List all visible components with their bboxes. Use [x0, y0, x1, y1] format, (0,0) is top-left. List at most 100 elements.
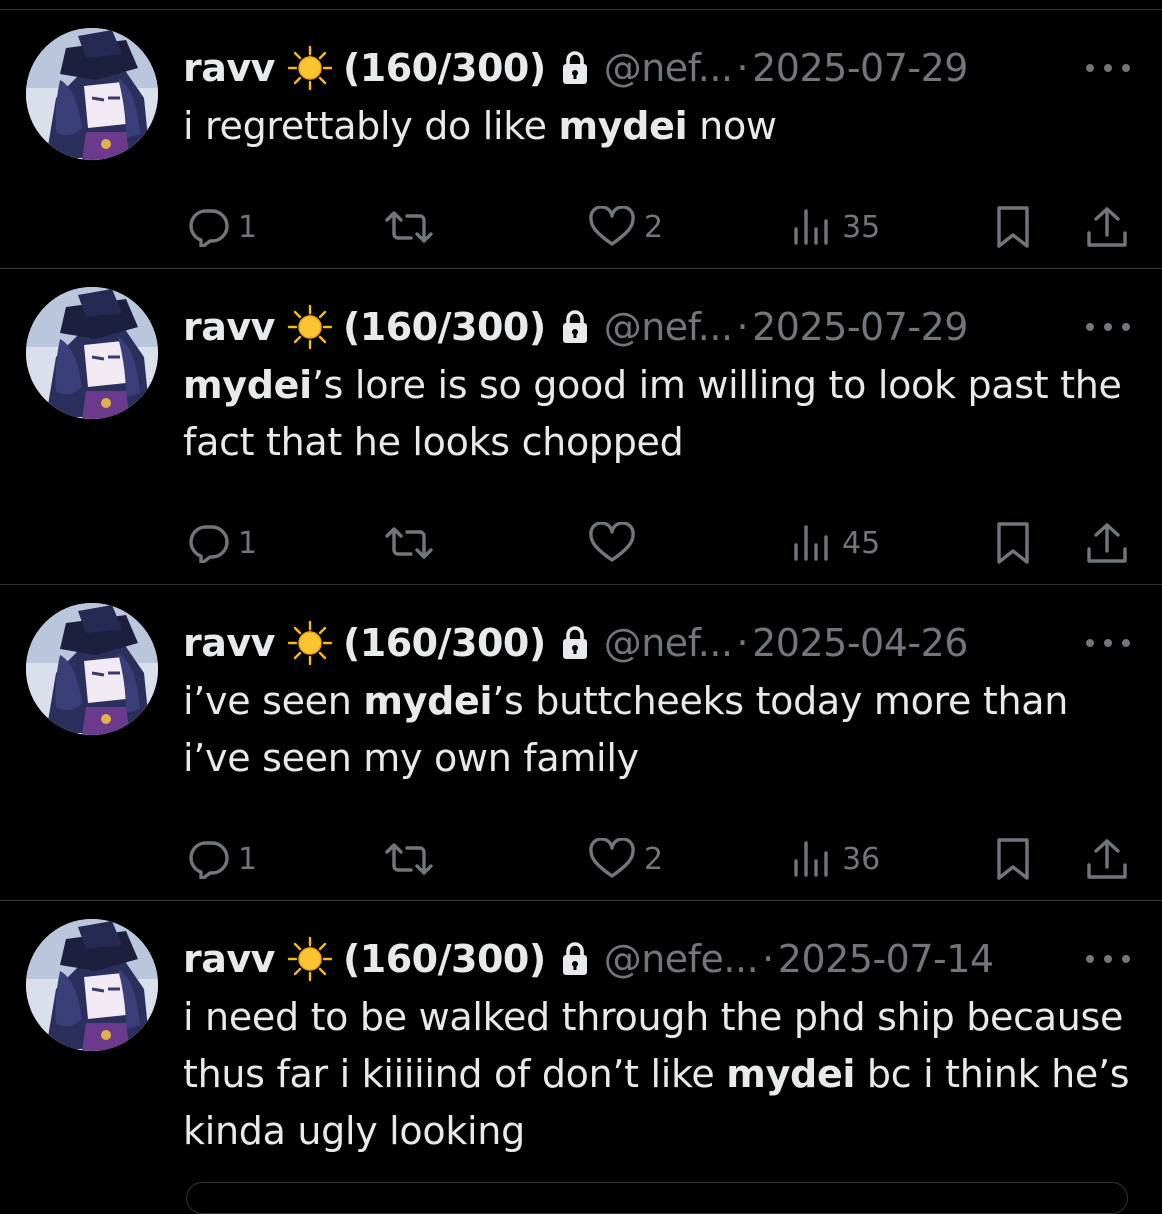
bold-mention: mydei [363, 679, 493, 723]
repost-button[interactable] [384, 199, 434, 255]
tweet[interactable]: ravv (160/300) @nef... · 2025-04-26 i’ve se… [0, 585, 1162, 901]
user-handle[interactable]: @nef... [604, 305, 733, 349]
action-bar: 1 2 36 [0, 831, 1162, 887]
tweet-text: i need to be walked through the phd ship… [183, 989, 1143, 1160]
text-run: ’s lore is so good im willing to look pa… [183, 363, 1122, 464]
tweet-header: ravv (160/300) @nefe... · 2025-07-14 [183, 929, 994, 989]
text-run: i regrettably do like [183, 104, 559, 148]
bookmark-icon [997, 522, 1029, 564]
tweet[interactable]: ravv (160/300) @nef... · 2025-07-29 mydei’s… [0, 269, 1162, 585]
reply-count: 1 [238, 209, 258, 245]
bookmark-icon [997, 206, 1029, 248]
reply-count: 1 [238, 525, 258, 561]
reply-count: 1 [238, 841, 258, 877]
sun-emoji-icon [287, 936, 333, 982]
text-run: now [687, 104, 777, 148]
tweet[interactable]: ravv (160/300) @nefe... · 2025-07-14 i need… [0, 901, 1162, 1200]
bookmark-icon [997, 838, 1029, 880]
like-icon [589, 838, 635, 878]
tweet-text: i’ve seen mydei’s buttcheeks today more … [183, 673, 1143, 787]
like-button[interactable]: 2 [588, 831, 663, 887]
views-icon [794, 525, 828, 561]
bold-mention: mydei [183, 363, 312, 407]
avatar[interactable] [26, 287, 158, 419]
like-count: 2 [644, 209, 664, 245]
reply-button[interactable]: 1 [186, 515, 257, 571]
tweet-header: ravv (160/300) @nef... · 2025-07-29 [183, 297, 968, 357]
like-button[interactable] [588, 515, 636, 571]
lock-icon [560, 309, 590, 345]
user-handle[interactable]: @nefe... [604, 937, 759, 981]
views-button[interactable]: 45 [790, 515, 880, 571]
lock-icon [560, 941, 590, 977]
like-button[interactable]: 2 [588, 199, 663, 255]
user-handle[interactable]: @nef... [604, 621, 733, 665]
lock-icon [560, 625, 590, 661]
reply-button[interactable]: 1 [186, 199, 257, 255]
separator-dot: · [762, 937, 774, 981]
like-count: 2 [644, 841, 664, 877]
reply-button[interactable]: 1 [186, 831, 257, 887]
avatar[interactable] [26, 28, 158, 160]
like-icon [589, 522, 635, 562]
separator-dot: · [736, 46, 749, 90]
tweet-text: i regrettably do like mydei now [183, 98, 1143, 155]
sun-emoji-icon [287, 304, 333, 350]
text-run: i’ve seen [183, 679, 364, 723]
share-icon [1087, 523, 1127, 563]
repost-button[interactable] [384, 515, 434, 571]
display-name-counter: (160/300) [342, 937, 546, 981]
display-name[interactable]: ravv [183, 305, 275, 349]
avatar[interactable] [26, 603, 158, 735]
reply-icon [189, 209, 229, 247]
bookmark-button[interactable] [993, 831, 1033, 887]
views-count: 36 [842, 841, 881, 877]
views-button[interactable]: 35 [790, 199, 880, 255]
bold-mention: mydei [558, 104, 688, 148]
display-name-counter: (160/300) [342, 46, 546, 90]
post-date[interactable]: 2025-07-14 [778, 937, 994, 981]
post-date[interactable]: 2025-07-29 [752, 305, 968, 349]
bold-mention: mydei [726, 1052, 856, 1096]
reply-icon [189, 525, 229, 563]
more-dots-icon[interactable] [1086, 633, 1130, 653]
more-dots-icon[interactable] [1086, 317, 1130, 337]
lock-icon [560, 50, 590, 86]
repost-icon [385, 211, 433, 243]
avatar[interactable] [26, 919, 158, 1051]
reply-icon [189, 841, 229, 879]
views-icon [794, 841, 828, 877]
repost-button[interactable] [384, 831, 434, 887]
share-button[interactable] [1085, 831, 1129, 887]
tweet-header: ravv (160/300) @nef... · 2025-04-26 [183, 613, 968, 673]
bookmark-button[interactable] [993, 515, 1033, 571]
tweet-header: ravv (160/300) @nef... · 2025-07-29 [183, 38, 968, 98]
sun-emoji-icon [287, 620, 333, 666]
sun-emoji-icon [287, 45, 333, 91]
display-name[interactable]: ravv [183, 46, 275, 90]
more-dots-icon[interactable] [1086, 58, 1130, 78]
user-handle[interactable]: @nef... [604, 46, 733, 90]
display-name-counter: (160/300) [342, 621, 546, 665]
separator-dot: · [736, 621, 749, 665]
display-name[interactable]: ravv [183, 937, 275, 981]
more-dots-icon[interactable] [1086, 949, 1130, 969]
views-button[interactable]: 36 [790, 831, 880, 887]
bookmark-button[interactable] [993, 199, 1033, 255]
action-bar: 1 45 [0, 515, 1162, 571]
post-date[interactable]: 2025-07-29 [752, 46, 968, 90]
share-button[interactable] [1085, 515, 1129, 571]
views-count: 35 [842, 209, 881, 245]
share-button[interactable] [1085, 199, 1129, 255]
tweet[interactable]: ravv (160/300) @nef... · 2025-07-29 i regre… [0, 10, 1162, 269]
post-date[interactable]: 2025-04-26 [752, 621, 968, 665]
repost-icon [385, 527, 433, 559]
views-count: 45 [842, 525, 881, 561]
share-icon [1087, 839, 1127, 879]
separator-dot: · [736, 305, 749, 349]
like-icon [589, 206, 635, 246]
next-card-edge [186, 1182, 1128, 1214]
action-bar: 1 2 35 [0, 199, 1162, 255]
tweet-text: mydei’s lore is so good im willing to lo… [183, 357, 1143, 471]
display-name[interactable]: ravv [183, 621, 275, 665]
